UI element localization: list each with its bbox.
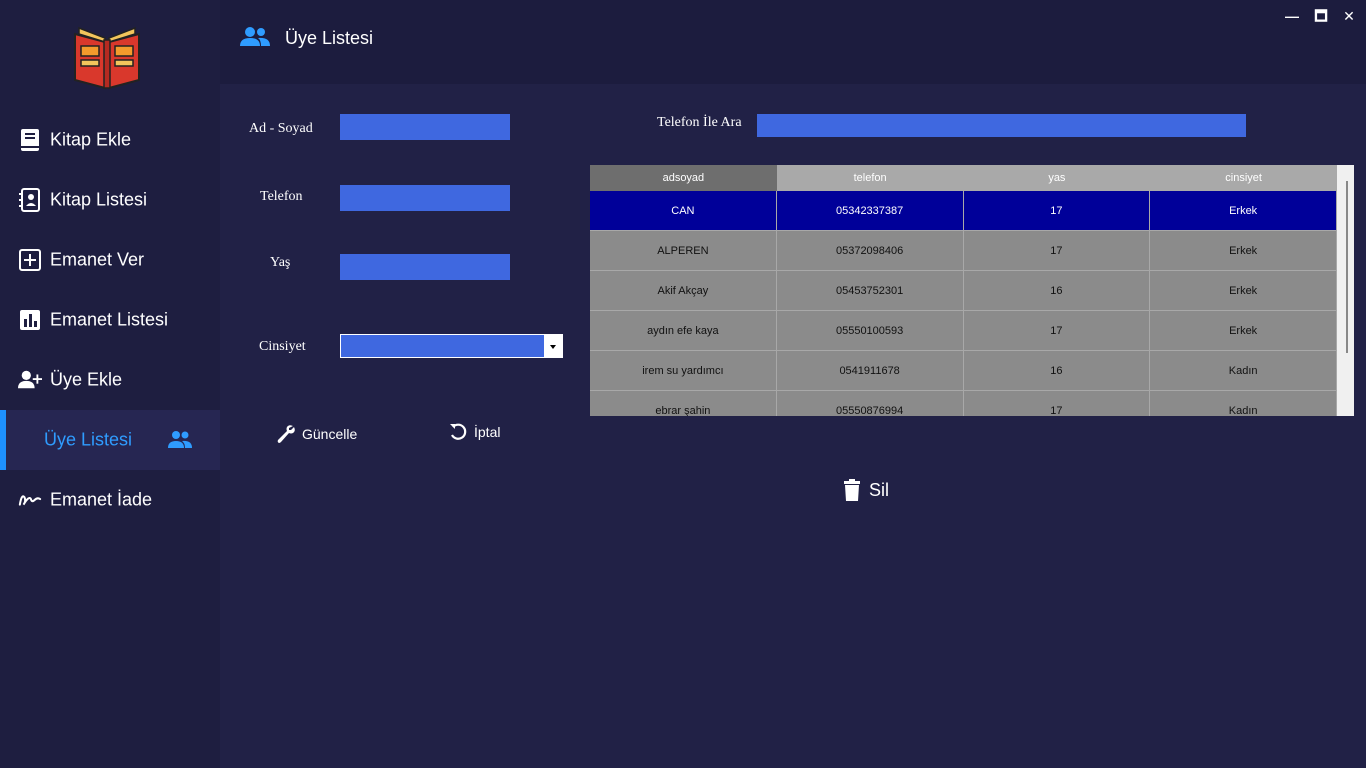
table-row[interactable]: ebrar şahin 05550876994 17 Kadın — [590, 391, 1337, 416]
chevron-down-icon[interactable] — [544, 335, 562, 357]
table-cell: Kadın — [1150, 351, 1337, 390]
table-cell: ALPEREN — [590, 231, 777, 270]
delete-button-label: Sil — [869, 479, 890, 500]
column-header-yas[interactable]: yas — [964, 165, 1151, 191]
gender-select[interactable] — [340, 334, 563, 358]
plus-box-icon — [18, 248, 42, 272]
table-row[interactable]: aydın efe kaya 05550100593 17 Erkek — [590, 311, 1337, 351]
active-indicator — [0, 410, 6, 470]
age-input[interactable] — [340, 254, 510, 280]
table-cell: ebrar şahin — [590, 391, 777, 416]
sidebar-item-uye-ekle[interactable]: Üye Ekle — [0, 350, 220, 410]
table-cell: 05342337387 — [777, 191, 964, 230]
signature-icon — [18, 488, 42, 512]
table-cell: 05550876994 — [777, 391, 964, 416]
sidebar-item-label: Emanet Ver — [50, 249, 145, 270]
undo-icon — [450, 423, 467, 440]
table-cell: 05453752301 — [777, 271, 964, 310]
table-cell: 17 — [964, 311, 1151, 350]
table-header: adsoyad telefon yas cinsiyet — [590, 165, 1337, 191]
sidebar-item-emanet-ver[interactable]: Emanet Ver — [0, 230, 220, 290]
sidebar-item-label: Üye Listesi — [44, 429, 133, 450]
table-row[interactable]: ALPEREN 05372098406 17 Erkek — [590, 231, 1337, 271]
maximize-button[interactable]: 🗖 — [1311, 6, 1331, 26]
cancel-button-label: İptal — [474, 424, 501, 440]
column-header-cinsiyet[interactable]: cinsiyet — [1150, 165, 1337, 191]
gender-label: Cinsiyet — [259, 339, 306, 354]
table-cell: Erkek — [1150, 271, 1337, 310]
users-icon — [168, 431, 192, 448]
name-input[interactable] — [340, 114, 510, 140]
column-header-telefon[interactable]: telefon — [777, 165, 964, 191]
header: Üye Listesi — 🗖 ✕ — [220, 0, 1366, 84]
table-cell: Kadın — [1150, 391, 1337, 416]
table-cell: CAN — [590, 191, 777, 230]
table-cell: Akif Akçay — [590, 271, 777, 310]
phone-label: Telefon — [260, 189, 303, 204]
table-scrollbar[interactable] — [1337, 165, 1354, 416]
sidebar-item-label: Emanet İade — [50, 489, 153, 510]
search-label: Telefon İle Ara — [657, 115, 742, 130]
sidebar: Kitap Ekle Kitap Listesi Emanet Ver Eman… — [0, 0, 220, 768]
table-cell: Erkek — [1150, 231, 1337, 270]
sidebar-item-label: Kitap Listesi — [50, 189, 148, 210]
book-icon — [18, 128, 42, 152]
scrollbar-thumb[interactable] — [1346, 181, 1348, 353]
table-cell: 16 — [964, 351, 1151, 390]
table-cell: 05372098406 — [777, 231, 964, 270]
sidebar-item-label: Emanet Listesi — [50, 309, 169, 330]
table-row[interactable]: Akif Akçay 05453752301 16 Erkek — [590, 271, 1337, 311]
sidebar-item-emanet-iade[interactable]: Emanet İade — [0, 470, 220, 530]
wrench-icon — [277, 425, 295, 443]
sidebar-item-emanet-listesi[interactable]: Emanet Listesi — [0, 290, 220, 350]
table-cell: 17 — [964, 231, 1151, 270]
users-icon — [240, 27, 270, 46]
column-header-adsoyad[interactable]: adsoyad — [590, 165, 777, 191]
sidebar-item-label: Kitap Ekle — [50, 129, 132, 150]
table-cell: 17 — [964, 391, 1151, 416]
table-cell: 05550100593 — [777, 311, 964, 350]
update-button-label: Güncelle — [302, 426, 358, 442]
bar-chart-icon — [18, 308, 42, 332]
update-button[interactable]: Güncelle — [276, 424, 357, 444]
table-cell: irem su yardımcı — [590, 351, 777, 390]
user-plus-icon — [18, 368, 42, 392]
trash-icon — [844, 479, 860, 501]
sidebar-item-kitap-ekle[interactable]: Kitap Ekle — [0, 110, 220, 170]
sidebar-item-uye-listesi[interactable]: Üye Listesi — [0, 410, 220, 470]
sidebar-item-label: Üye Ekle — [50, 369, 123, 390]
table-cell: aydın efe kaya — [590, 311, 777, 350]
minimize-button[interactable]: — — [1282, 6, 1302, 26]
phone-input[interactable] — [340, 185, 510, 211]
name-label: Ad - Soyad — [249, 121, 313, 136]
table-body: CAN 05342337387 17 Erkek ALPEREN 0537209… — [590, 191, 1337, 416]
book-logo-icon — [74, 26, 140, 90]
page-title: Üye Listesi — [285, 28, 374, 48]
age-label: Yaş — [270, 255, 291, 270]
search-input[interactable] — [757, 114, 1246, 137]
table-cell: Erkek — [1150, 191, 1337, 230]
contact-book-icon — [18, 188, 42, 212]
close-button[interactable]: ✕ — [1339, 6, 1359, 26]
sidebar-item-kitap-listesi[interactable]: Kitap Listesi — [0, 170, 220, 230]
table-cell: 17 — [964, 191, 1151, 230]
members-table[interactable]: adsoyad telefon yas cinsiyet CAN 0534233… — [590, 165, 1354, 416]
table-cell: Erkek — [1150, 311, 1337, 350]
table-cell: 16 — [964, 271, 1151, 310]
table-row[interactable]: irem su yardımcı 0541911678 16 Kadın — [590, 351, 1337, 391]
delete-button[interactable]: Sil — [843, 479, 889, 501]
table-cell: 0541911678 — [777, 351, 964, 390]
cancel-button[interactable]: İptal — [448, 422, 500, 442]
table-row[interactable]: CAN 05342337387 17 Erkek — [590, 191, 1337, 231]
